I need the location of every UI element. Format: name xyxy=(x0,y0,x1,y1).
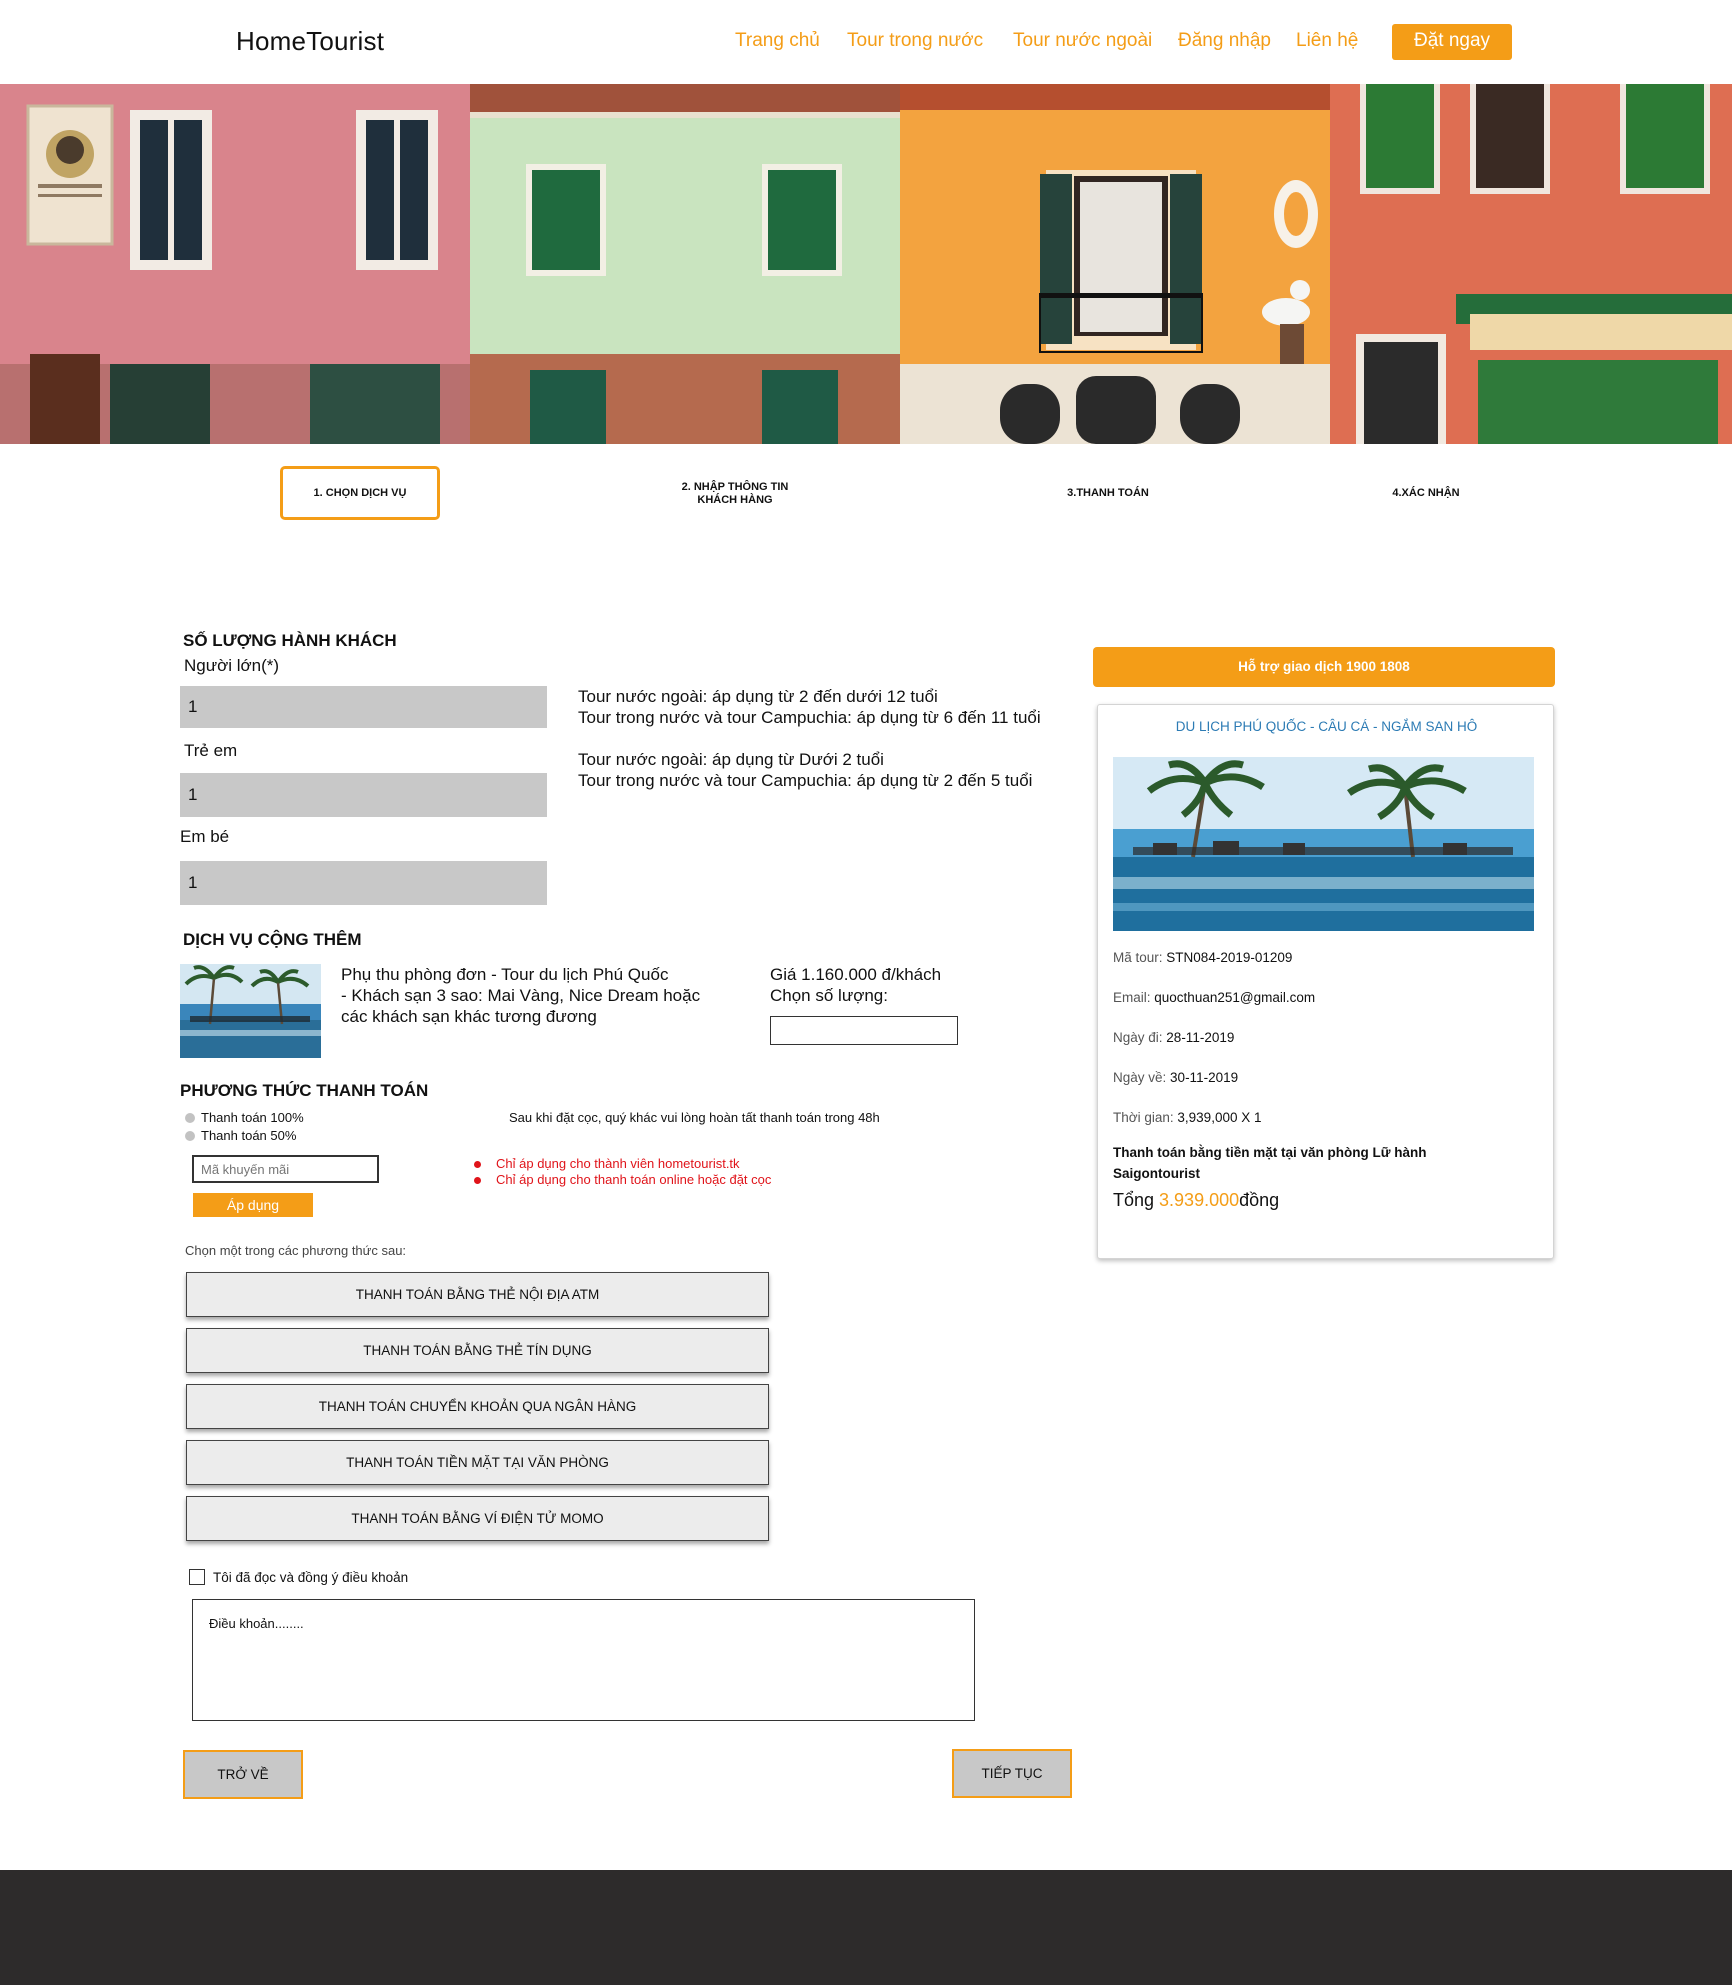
agree-terms-checkbox[interactable] xyxy=(189,1569,205,1585)
continue-button[interactable]: TIẾP TỤC xyxy=(952,1749,1072,1798)
addon-desc-line3: các khách sạn khác tương đương xyxy=(341,1007,597,1026)
book-now-button[interactable]: Đặt ngay xyxy=(1392,24,1512,60)
support-hotline-button[interactable]: Hỗ trợ giao dịch 1900 1808 xyxy=(1093,647,1555,687)
adult-count-input[interactable] xyxy=(180,686,547,728)
tour-title[interactable]: DU LỊCH PHÚ QUỐC - CÂU CÁ - NGẮM SAN HÔ xyxy=(1098,719,1555,734)
bullet-icon xyxy=(474,1177,481,1184)
return-date-label: Ngày về: xyxy=(1113,1070,1167,1085)
depart-date-value: 28-11-2019 xyxy=(1166,1030,1235,1045)
duration-label: Thời gian: xyxy=(1113,1110,1174,1125)
total-prefix: Tổng xyxy=(1113,1190,1160,1210)
tour-code-row: Mã tour: STN084-2019-01209 xyxy=(1113,950,1292,965)
promo-rule-member: Chỉ áp dụng cho thành viên hometourist.t… xyxy=(496,1156,740,1171)
addon-price-block: Giá 1.160.000 đ/khách Chọn số lượng: xyxy=(770,964,941,1006)
apply-promo-button[interactable]: Áp dụng xyxy=(193,1193,313,1217)
email-label: Email: xyxy=(1113,990,1151,1005)
nav-international-tours[interactable]: Tour nước ngoài xyxy=(1013,30,1152,52)
child-age-note-line1: Tour nước ngoài: áp dụng từ 2 đến dưới 1… xyxy=(578,687,938,706)
infant-age-note-line1: Tour nước ngoài: áp dụng từ Dưới 2 tuổi xyxy=(578,750,884,769)
child-label: Trẻ em xyxy=(184,741,238,760)
step-1-label: 1. CHỌN DỊCH VỤ xyxy=(313,487,407,499)
infant-age-note: Tour nước ngoài: áp dụng từ Dưới 2 tuổi … xyxy=(578,749,1032,791)
hero-banner-image xyxy=(0,84,1732,444)
terms-textarea[interactable]: Điều khoản........ xyxy=(192,1599,975,1721)
depart-date-row: Ngày đi: 28-11-2019 xyxy=(1113,1030,1234,1045)
radio-full-icon[interactable] xyxy=(185,1113,195,1123)
infant-count-input[interactable] xyxy=(180,861,547,905)
child-age-note-line2: Tour trong nước và tour Campuchia: áp dụ… xyxy=(578,708,1041,727)
site-header: HomeTourist Trang chủ Tour trong nước To… xyxy=(0,0,1732,84)
duration-value: 3,939,000 X 1 xyxy=(1177,1110,1262,1125)
depart-date-label: Ngày đi: xyxy=(1113,1030,1163,1045)
return-date-value: 30-11-2019 xyxy=(1170,1070,1239,1085)
addon-desc-line1: Phụ thu phòng đơn - Tour du lịch Phú Quố… xyxy=(341,965,669,984)
promo-rule-online: Chỉ áp dụng cho thanh toán online hoặc đ… xyxy=(496,1172,772,1187)
pay-momo-button[interactable]: THANH TOÁN BẰNG VÍ ĐIỆN TỬ MOMO xyxy=(186,1496,769,1541)
pay-bank-transfer-button[interactable]: THANH TOÁN CHUYỂN KHOẢN QUA NGÂN HÀNG xyxy=(186,1384,769,1429)
promo-code-input[interactable] xyxy=(192,1155,379,1183)
nav-login[interactable]: Đăng nhập xyxy=(1178,30,1271,52)
adult-label: Người lớn(*) xyxy=(184,656,280,675)
nav-domestic-tours[interactable]: Tour trong nước xyxy=(847,30,983,52)
child-count-input[interactable] xyxy=(180,773,547,817)
infant-age-note-line2: Tour trong nước và tour Campuchia: áp dụ… xyxy=(578,771,1033,790)
pay-atm-button[interactable]: THANH TOÁN BẰNG THẺ NỘI ĐỊA ATM xyxy=(186,1272,769,1317)
tour-code-value: STN084-2019-01209 xyxy=(1166,950,1293,965)
total-price: Tổng 3.939.000đồng xyxy=(1113,1190,1279,1211)
step-1-choose-service[interactable]: 1. CHỌN DỊCH VỤ xyxy=(280,466,440,520)
nav-contact[interactable]: Liên hệ xyxy=(1296,30,1358,52)
step-2-label-line2: KHÁCH HÀNG xyxy=(697,494,773,506)
total-suffix: đồng xyxy=(1239,1190,1280,1210)
pay-credit-card-button[interactable]: THANH TOÁN BẰNG THẺ TÍN DỤNG xyxy=(186,1328,769,1373)
payment-option-full[interactable]: Thanh toán 100% xyxy=(185,1110,304,1125)
brand-logo[interactable]: HomeTourist xyxy=(236,26,384,57)
payment-method-note-line2: Saigontourist xyxy=(1113,1166,1200,1181)
payment-option-half-label: Thanh toán 50% xyxy=(201,1128,297,1143)
pay-cash-office-button[interactable]: THANH TOÁN TIỀN MẶT TẠI VĂN PHÒNG xyxy=(186,1440,769,1485)
radio-half-icon[interactable] xyxy=(185,1131,195,1141)
payment-section-title: PHƯƠNG THỨC THANH TOÁN xyxy=(180,1081,429,1100)
infant-label: Em bé xyxy=(180,827,230,846)
return-date-row: Ngày về: 30-11-2019 xyxy=(1113,1070,1238,1085)
total-amount: 3.939.000 xyxy=(1159,1190,1240,1210)
payment-method-note-line1: Thanh toán bằng tiền mặt tại văn phòng L… xyxy=(1113,1145,1427,1160)
payment-option-half[interactable]: Thanh toán 50% xyxy=(185,1128,296,1143)
nav-home[interactable]: Trang chủ xyxy=(735,30,820,52)
tour-summary-card: DU LỊCH PHÚ QUỐC - CÂU CÁ - NGẮM SAN HÔ … xyxy=(1097,704,1554,1259)
addon-price: Giá 1.160.000 đ/khách xyxy=(770,965,942,984)
step-3-payment[interactable]: 3.THANH TOÁN xyxy=(1030,487,1186,500)
addon-quantity-input[interactable] xyxy=(770,1016,958,1045)
terms-text: Điều khoản........ xyxy=(209,1616,304,1631)
payment-method-note: Thanh toán bằng tiền mặt tại văn phòng L… xyxy=(1113,1142,1453,1184)
addon-qty-label: Chọn số lượng: xyxy=(770,986,888,1005)
child-age-note: Tour nước ngoài: áp dụng từ 2 đến dưới 1… xyxy=(578,686,1041,728)
passengers-section-title: SỐ LƯỢNG HÀNH KHÁCH xyxy=(183,631,397,650)
step-4-confirm[interactable]: 4.XÁC NHẬN xyxy=(1348,487,1504,500)
step-2-label-line1: 2. NHẬP THÔNG TIN xyxy=(681,481,789,493)
site-footer xyxy=(0,1870,1732,1985)
bullet-icon xyxy=(474,1161,481,1168)
tour-image xyxy=(1113,757,1534,931)
back-button[interactable]: TRỞ VỀ xyxy=(183,1750,303,1799)
agree-terms-label: Tôi đã đọc và đồng ý điều khoản xyxy=(213,1570,409,1585)
tour-code-label: Mã tour: xyxy=(1113,950,1163,965)
duration-row: Thời gian: 3,939,000 X 1 xyxy=(1113,1110,1261,1125)
choose-method-label: Chọn một trong các phương thức sau: xyxy=(185,1243,407,1258)
addon-desc-line2: - Khách sạn 3 sao: Mai Vàng, Nice Dream … xyxy=(341,986,701,1005)
deposit-note: Sau khi đặt cọc, quý khác vui lòng hoàn … xyxy=(509,1110,880,1125)
addon-section-title: DỊCH VỤ CỘNG THÊM xyxy=(183,930,362,949)
step-2-customer-info[interactable]: 2. NHẬP THÔNG TIN KHÁCH HÀNG xyxy=(645,481,825,507)
payment-option-full-label: Thanh toán 100% xyxy=(201,1110,304,1125)
addon-resort-image xyxy=(180,964,321,1058)
email-value: quocthuan251@gmail.com xyxy=(1154,990,1316,1005)
addon-description: Phụ thu phòng đơn - Tour du lịch Phú Quố… xyxy=(341,964,731,1027)
email-row: Email: quocthuan251@gmail.com xyxy=(1113,990,1315,1005)
